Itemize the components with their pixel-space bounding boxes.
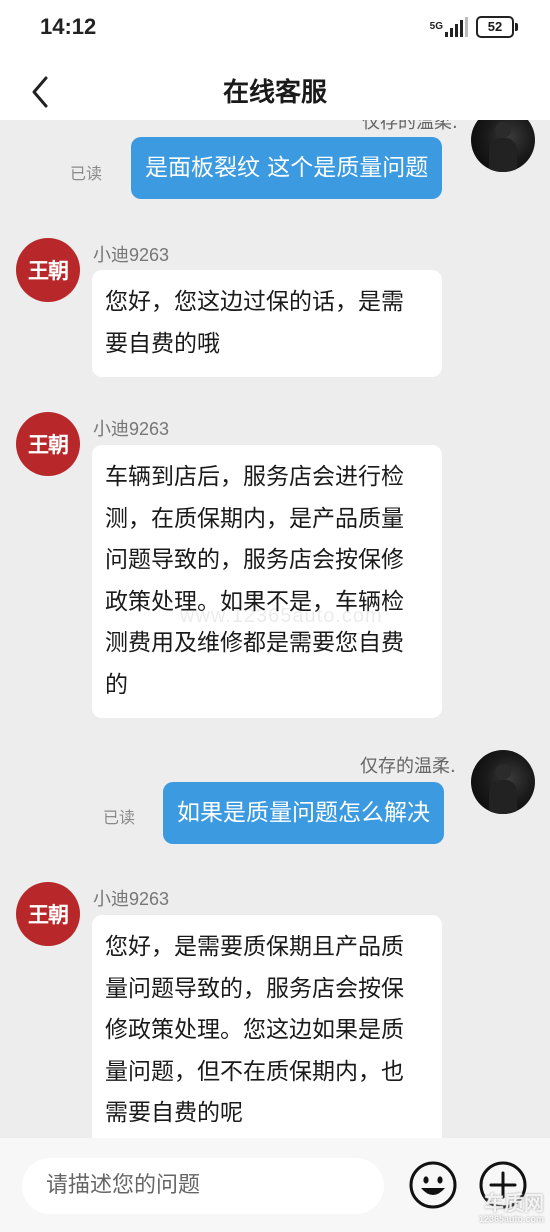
message-bubble[interactable]: 是面板裂纹 这个是质量问题 xyxy=(131,137,443,199)
plus-circle-icon xyxy=(479,1161,527,1209)
read-status: 已读 xyxy=(103,808,136,827)
status-icons: 5G 52 xyxy=(430,16,518,38)
message-line: 您好，您这边过保的话，是需 xyxy=(105,289,404,315)
watermark-url: 12365auto.com xyxy=(478,1214,544,1224)
sender-name: 小迪9263 xyxy=(93,245,170,265)
message-line: 修政策处理。您这边如果是质 xyxy=(105,1017,404,1043)
status-time: 14:12 xyxy=(40,14,97,39)
message-line: 要自费的哦 xyxy=(105,330,220,357)
message-line: 的 xyxy=(105,671,128,698)
emoji-button[interactable] xyxy=(408,1160,458,1210)
battery-icon: 52 xyxy=(476,16,518,38)
agent-avatar[interactable]: 王朝 xyxy=(16,238,80,302)
network-label: 5G xyxy=(429,21,443,32)
emoji-icon xyxy=(409,1161,457,1209)
sender-name: 仅存的温柔. xyxy=(360,756,456,777)
read-status: 已读 xyxy=(70,164,103,183)
message-line: 您好，是需要质保期且产品质 xyxy=(105,934,404,960)
agent-avatar[interactable]: 王朝 xyxy=(16,882,80,946)
avatar-text: 王朝 xyxy=(28,902,69,927)
message-line: 需要自费的呢 xyxy=(105,1100,243,1126)
status-bar: 14:12 5G 52 xyxy=(0,0,550,60)
user-avatar[interactable] xyxy=(471,120,535,172)
sender-name: 小迪9263 xyxy=(93,889,170,909)
network-indicator: 5G xyxy=(430,17,468,37)
battery-level: 52 xyxy=(487,19,503,34)
message-bubble[interactable]: 车辆到店后，服务店会进行检 测，在质保期内，是产品质量 问题导致的，服务店会按保… xyxy=(92,445,442,718)
message-line: 量问题，但不在质保期内，也 xyxy=(105,1058,404,1085)
avatar-text: 王朝 xyxy=(28,432,69,457)
signal-icon xyxy=(445,17,468,37)
chat-list[interactable]: 仅存的温柔. 已读 是面板裂纹 这个是质量问题 王朝 小迪9263 您好，您这边… xyxy=(0,120,550,1138)
message-line: 测，在质保期内，是产品质量 xyxy=(105,505,404,532)
agent-avatar[interactable]: 王朝 xyxy=(16,412,80,476)
message-bubble[interactable]: 您好，您这边过保的话，是需 要自费的哦 xyxy=(92,270,442,377)
input-bar: 请描述您的问题 车质网 12365auto.com xyxy=(0,1138,550,1232)
chat-header: 在线客服 xyxy=(0,60,550,120)
message-input[interactable]: 请描述您的问题 xyxy=(22,1158,384,1214)
page-title: 在线客服 xyxy=(222,78,327,108)
sender-name: 小迪9263 xyxy=(93,419,170,439)
message-line: 政策处理。如果不是，车辆检 xyxy=(105,588,404,615)
message-line: 量问题导致的，服务店会按保 xyxy=(105,975,404,1002)
message-bubble[interactable]: 如果是质量问题怎么解决 xyxy=(163,782,444,844)
sender-name: 仅存的温柔. xyxy=(362,120,458,133)
message-line: 车辆到店后，服务店会进行检 xyxy=(105,464,404,490)
message-line: 问题导致的，服务店会按保修 xyxy=(105,547,404,573)
user-avatar[interactable] xyxy=(471,750,535,814)
message-bubble[interactable]: 您好，是需要质保期且产品质 量问题导致的，服务店会按保 修政策处理。您这边如果是… xyxy=(92,915,442,1138)
avatar-text: 王朝 xyxy=(28,258,69,283)
message-line: 测费用及维修都是需要您自费 xyxy=(105,630,404,656)
add-button[interactable] xyxy=(478,1160,528,1210)
